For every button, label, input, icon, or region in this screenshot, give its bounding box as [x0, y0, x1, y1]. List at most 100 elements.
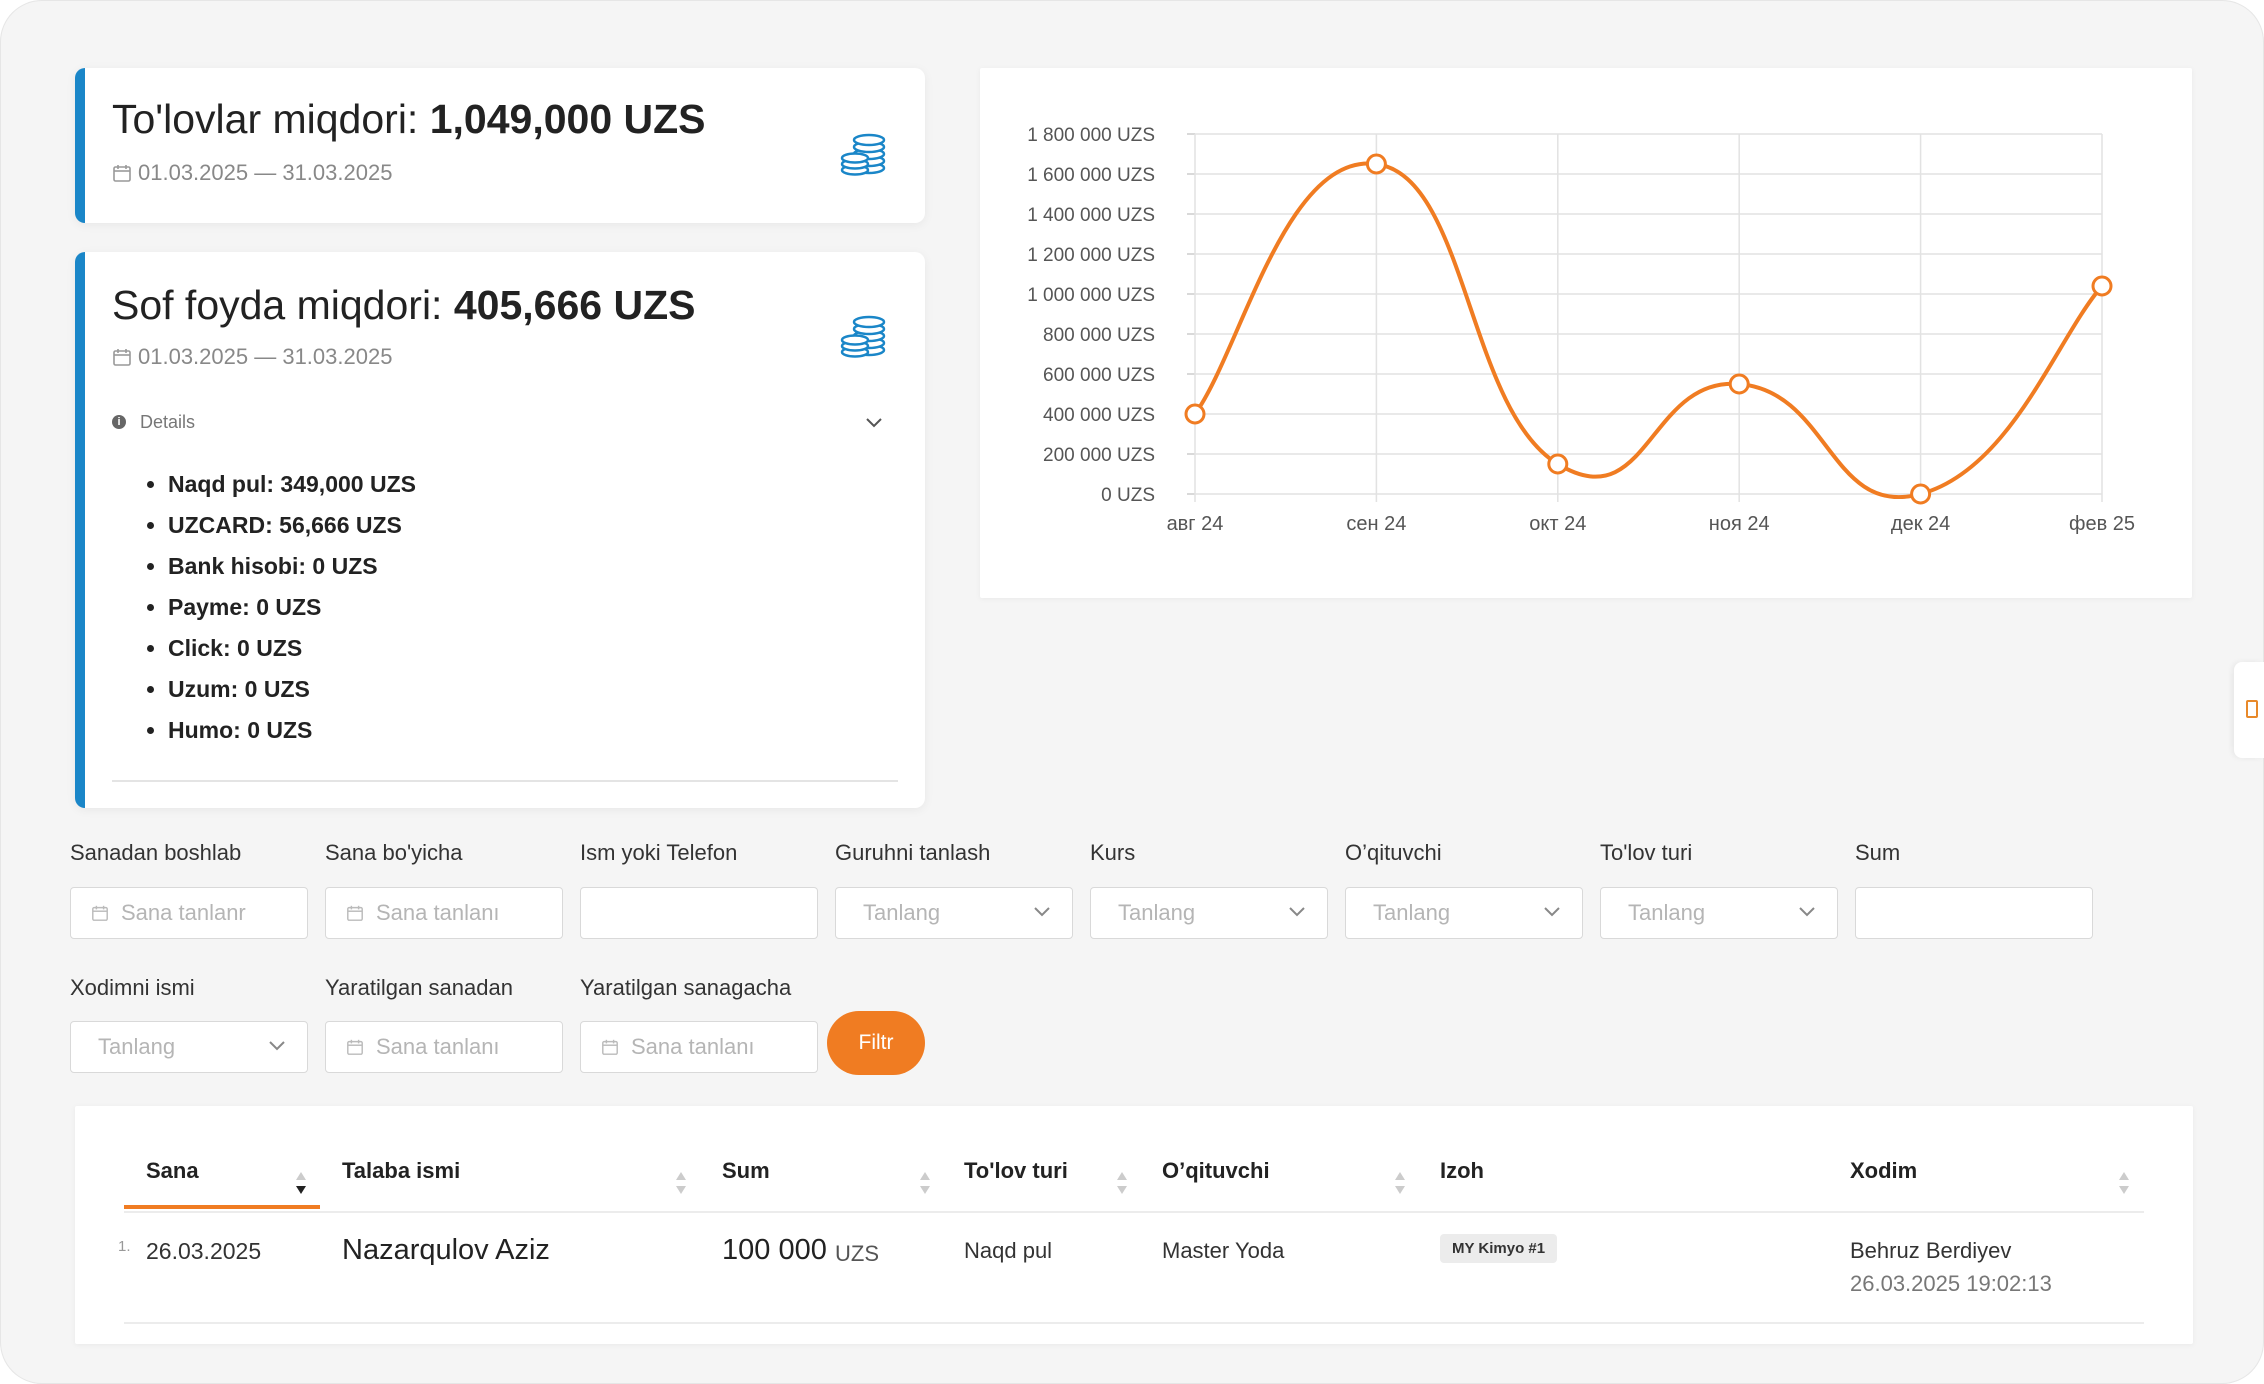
y-tick-label: 800 000 UZS [1043, 325, 1155, 346]
input-placeholder: Sana tanlanı [376, 1034, 500, 1059]
details-item: Uzum: 0 UZS [168, 669, 416, 710]
sort-icon[interactable] [1393, 1170, 1407, 1196]
y-tick-label: 1 200 000 UZS [1027, 245, 1155, 266]
coins-icon [840, 133, 886, 176]
column-header[interactable]: Xodim [1850, 1158, 1917, 1184]
input-placeholder: Sana tanlanı [376, 900, 500, 925]
x-tick-label: ноя 24 [1709, 513, 1770, 535]
sort-icon[interactable] [2117, 1170, 2131, 1196]
input-placeholder: Tanlang [1628, 900, 1706, 925]
details-item: Naqd pul: 349,000 UZS [168, 464, 416, 505]
column-header[interactable]: Talaba ismi [342, 1158, 460, 1184]
filter-label: Xodimni ismi [70, 975, 195, 1000]
column-header[interactable]: Izoh [1440, 1158, 1484, 1184]
filter-label: O’qituvchi [1345, 840, 1442, 865]
calendar-icon [92, 905, 108, 921]
filter-label: Yaratilgan sanadan [325, 975, 513, 1000]
net-profit-card: Sof foyda miqdori: 405,666 UZS 01.03.202… [75, 252, 925, 808]
net-profit-date-range: 01.03.2025 — 31.03.2025 [112, 344, 392, 370]
details-item: Bank hisobi: 0 UZS [168, 546, 416, 587]
y-tick-label: 1 000 000 UZS [1027, 285, 1155, 306]
chevron-down-icon [1799, 907, 1815, 917]
chevron-down-icon [1034, 907, 1050, 917]
date-picker-input[interactable]: Sana tanlanı [325, 1021, 563, 1073]
select-dropdown[interactable]: Tanlang [1600, 887, 1838, 939]
filter-label: Sum [1855, 840, 1901, 865]
y-tick-label: 1 800 000 UZS [1027, 125, 1155, 146]
input-placeholder: Tanlang [863, 900, 941, 925]
chart-card: 0 UZS 200 000 UZS 400 000 UZS 600 000 UZS 80… [980, 68, 2192, 598]
data-point [2091, 275, 2113, 297]
x-tick-label: авг 24 [1167, 513, 1224, 535]
text-input[interactable] [1855, 887, 2093, 939]
cell-currency: UZS [835, 1241, 879, 1266]
data-point [1547, 453, 1569, 475]
select-dropdown[interactable]: Tanlang [1090, 887, 1328, 939]
y-tick-label: 400 000 UZS [1043, 405, 1155, 426]
sort-icon[interactable] [674, 1170, 688, 1196]
calendar-icon [113, 165, 131, 182]
input-placeholder: Sana tanlanr [121, 900, 246, 925]
cell-staff-name: Behruz Berdiyev [1850, 1238, 2012, 1263]
chevron-down-icon [269, 1041, 285, 1051]
text-input[interactable] [580, 887, 818, 939]
divider [112, 780, 898, 782]
cell-date: 26.03.2025 [146, 1238, 262, 1264]
document-icon [2246, 700, 2258, 718]
sort-icon[interactable] [294, 1170, 308, 1196]
x-tick-label: сен 24 [1346, 513, 1406, 535]
details-item: Humo: 0 UZS [168, 710, 416, 751]
filter-label: To'lov turi [1600, 840, 1693, 865]
details-toggle[interactable]: i Details [112, 407, 885, 437]
filter-label: Sanadan boshlab [70, 840, 242, 865]
details-item: Click: 0 UZS [168, 628, 416, 669]
net-profit-title: Sof foyda miqdori: 405,666 UZS [112, 282, 696, 328]
side-panel-tab[interactable] [2234, 662, 2264, 758]
calendar-icon [347, 905, 363, 921]
column-header[interactable]: Sum [722, 1158, 770, 1184]
payments-date-range: 01.03.2025 — 31.03.2025 [112, 160, 392, 186]
y-tick-label: 1 400 000 UZS [1027, 205, 1155, 226]
column-header[interactable]: O’qituvchi [1162, 1158, 1270, 1184]
details-label: Details [140, 411, 196, 432]
payments-value: 1,049,000 UZS [429, 96, 706, 142]
date-picker-input[interactable]: Sana tanlanr [70, 887, 308, 939]
sort-icon[interactable] [1115, 1170, 1129, 1196]
select-dropdown[interactable]: Tanlang [70, 1021, 308, 1073]
cell-staff-datetime: 26.03.2025 19:02:13 [1850, 1271, 2052, 1296]
filter-label: Ism yoki Telefon [580, 840, 738, 865]
cell-student[interactable]: Nazarqulov Aziz [342, 1234, 550, 1267]
data-point [1728, 373, 1750, 395]
filter-label: Guruhni tanlash [835, 840, 991, 865]
chevron-down-icon [1289, 907, 1305, 917]
y-tick-label: 0 UZS [1101, 485, 1155, 506]
column-header[interactable]: Sana [146, 1158, 199, 1184]
filter-label: Kurs [1090, 840, 1136, 865]
column-header[interactable]: To'lov turi [964, 1158, 1068, 1184]
data-point [1184, 403, 1206, 425]
data-point [1910, 483, 1932, 505]
chevron-down-icon[interactable] [863, 411, 885, 433]
input-placeholder: Sana tanlanı [631, 1034, 755, 1059]
header-divider [124, 1211, 2144, 1213]
filter-label: Sana bo'yicha [325, 840, 463, 865]
details-list: Naqd pul: 349,000 UZSUZCARD: 56,666 UZSB… [142, 464, 416, 751]
date-picker-input[interactable]: Sana tanlanı [580, 1021, 818, 1073]
calendar-icon [347, 1039, 363, 1055]
input-placeholder: Tanlang [1373, 900, 1451, 925]
filter-label: Yaratilgan sanagacha [580, 975, 792, 1000]
cell-sum: 100 000 [722, 1234, 827, 1266]
date-picker-input[interactable]: Sana tanlanı [325, 887, 563, 939]
calendar-icon [113, 349, 131, 366]
payments-title: To'lovlar miqdori: 1,049,000 UZS [112, 96, 706, 142]
info-icon: i [112, 415, 126, 429]
select-dropdown[interactable]: Tanlang [835, 887, 1073, 939]
sort-icon[interactable] [918, 1170, 932, 1196]
group-badge: MY Kimyo #1 [1440, 1234, 1558, 1263]
y-tick-label: 1 600 000 UZS [1027, 165, 1155, 186]
y-tick-label: 600 000 UZS [1043, 365, 1155, 386]
y-tick-label: 200 000 UZS [1043, 445, 1155, 466]
filter-button[interactable]: Filtr [827, 1011, 925, 1075]
payments-table [75, 1106, 2193, 1344]
select-dropdown[interactable]: Tanlang [1345, 887, 1583, 939]
